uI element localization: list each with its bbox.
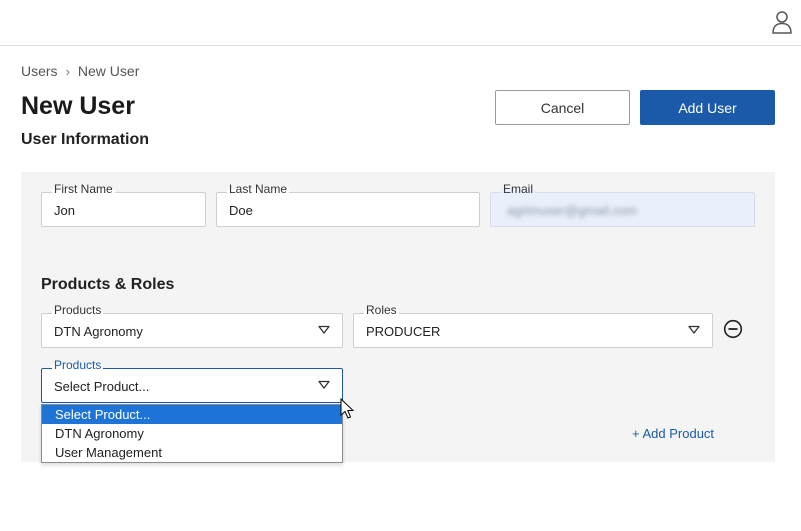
email-field: Email agrimuser@gmail.com	[490, 182, 755, 227]
mouse-cursor-icon	[340, 398, 355, 419]
role-select-1[interactable]: Roles PRODUCER	[353, 303, 713, 348]
first-name-label: First Name	[52, 182, 115, 196]
product-select-2[interactable]: Products Select Product...	[41, 358, 343, 403]
role-value-1: PRODUCER	[366, 324, 441, 339]
last-name-label: Last Name	[227, 182, 290, 196]
top-bar	[0, 0, 801, 46]
product-select-1[interactable]: Products DTN Agronomy	[41, 303, 343, 348]
products-roles-heading: Products & Roles	[41, 276, 175, 293]
chevron-right-icon: ›	[65, 63, 70, 79]
add-user-button[interactable]: Add User	[640, 90, 775, 125]
product-label-1: Products	[52, 303, 104, 317]
user-account-icon[interactable]	[771, 10, 793, 34]
product-dropdown-list: Select Product... DTN Agronomy User Mana…	[41, 404, 343, 463]
dropdown-option[interactable]: User Management	[42, 443, 342, 462]
product-value-1: DTN Agronomy	[54, 324, 143, 339]
breadcrumb-current: New User	[77, 63, 140, 79]
section-title: User Information	[21, 131, 150, 148]
last-name-field[interactable]: Last Name Doe	[216, 182, 480, 227]
breadcrumb: Users › New User	[21, 63, 139, 79]
minus-circle-icon[interactable]	[723, 319, 743, 339]
email-value: agrimuser@gmail.com	[507, 203, 638, 218]
product-value-2: Select Product...	[54, 379, 150, 394]
role-label-1: Roles	[364, 303, 399, 317]
first-name-field[interactable]: First Name Jon	[41, 182, 206, 227]
cancel-button[interactable]: Cancel	[495, 90, 630, 125]
chevron-down-icon	[318, 380, 330, 389]
last-name-value: Doe	[229, 203, 253, 218]
dropdown-option[interactable]: DTN Agronomy	[42, 424, 342, 443]
dropdown-option[interactable]: Select Product...	[42, 405, 342, 424]
chevron-down-icon	[318, 325, 330, 334]
first-name-value: Jon	[54, 203, 75, 218]
add-product-link[interactable]: + Add Product	[632, 426, 714, 441]
breadcrumb-users-link[interactable]: Users	[21, 63, 58, 79]
product-label-2: Products	[52, 358, 104, 372]
page-title: New User	[21, 92, 135, 120]
chevron-down-icon	[688, 325, 700, 334]
email-label: Email	[501, 182, 536, 196]
